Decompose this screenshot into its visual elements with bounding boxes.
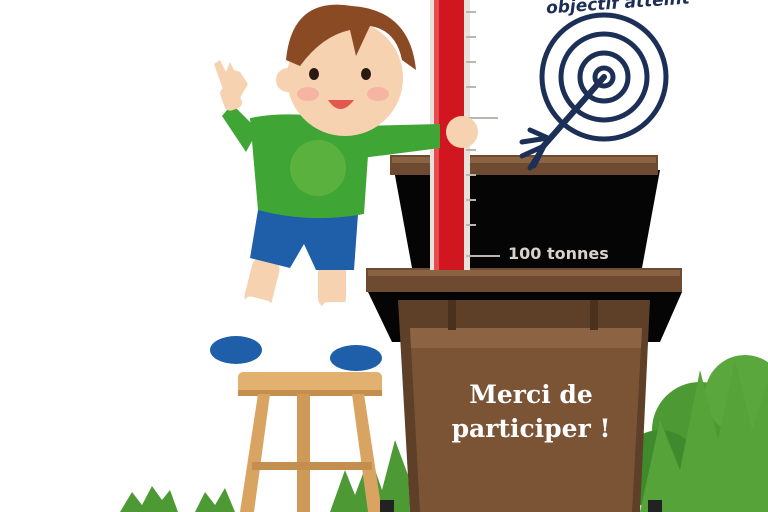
illustration-scene — [120, 0, 768, 512]
thank-you-line-1: Merci de — [469, 380, 593, 409]
thank-you-line-2: participer ! — [451, 414, 611, 443]
thank-you-message: Merci de participer ! — [425, 378, 637, 446]
bush-left — [120, 486, 235, 512]
gauge-marker-label: 100 tonnes — [508, 244, 609, 263]
